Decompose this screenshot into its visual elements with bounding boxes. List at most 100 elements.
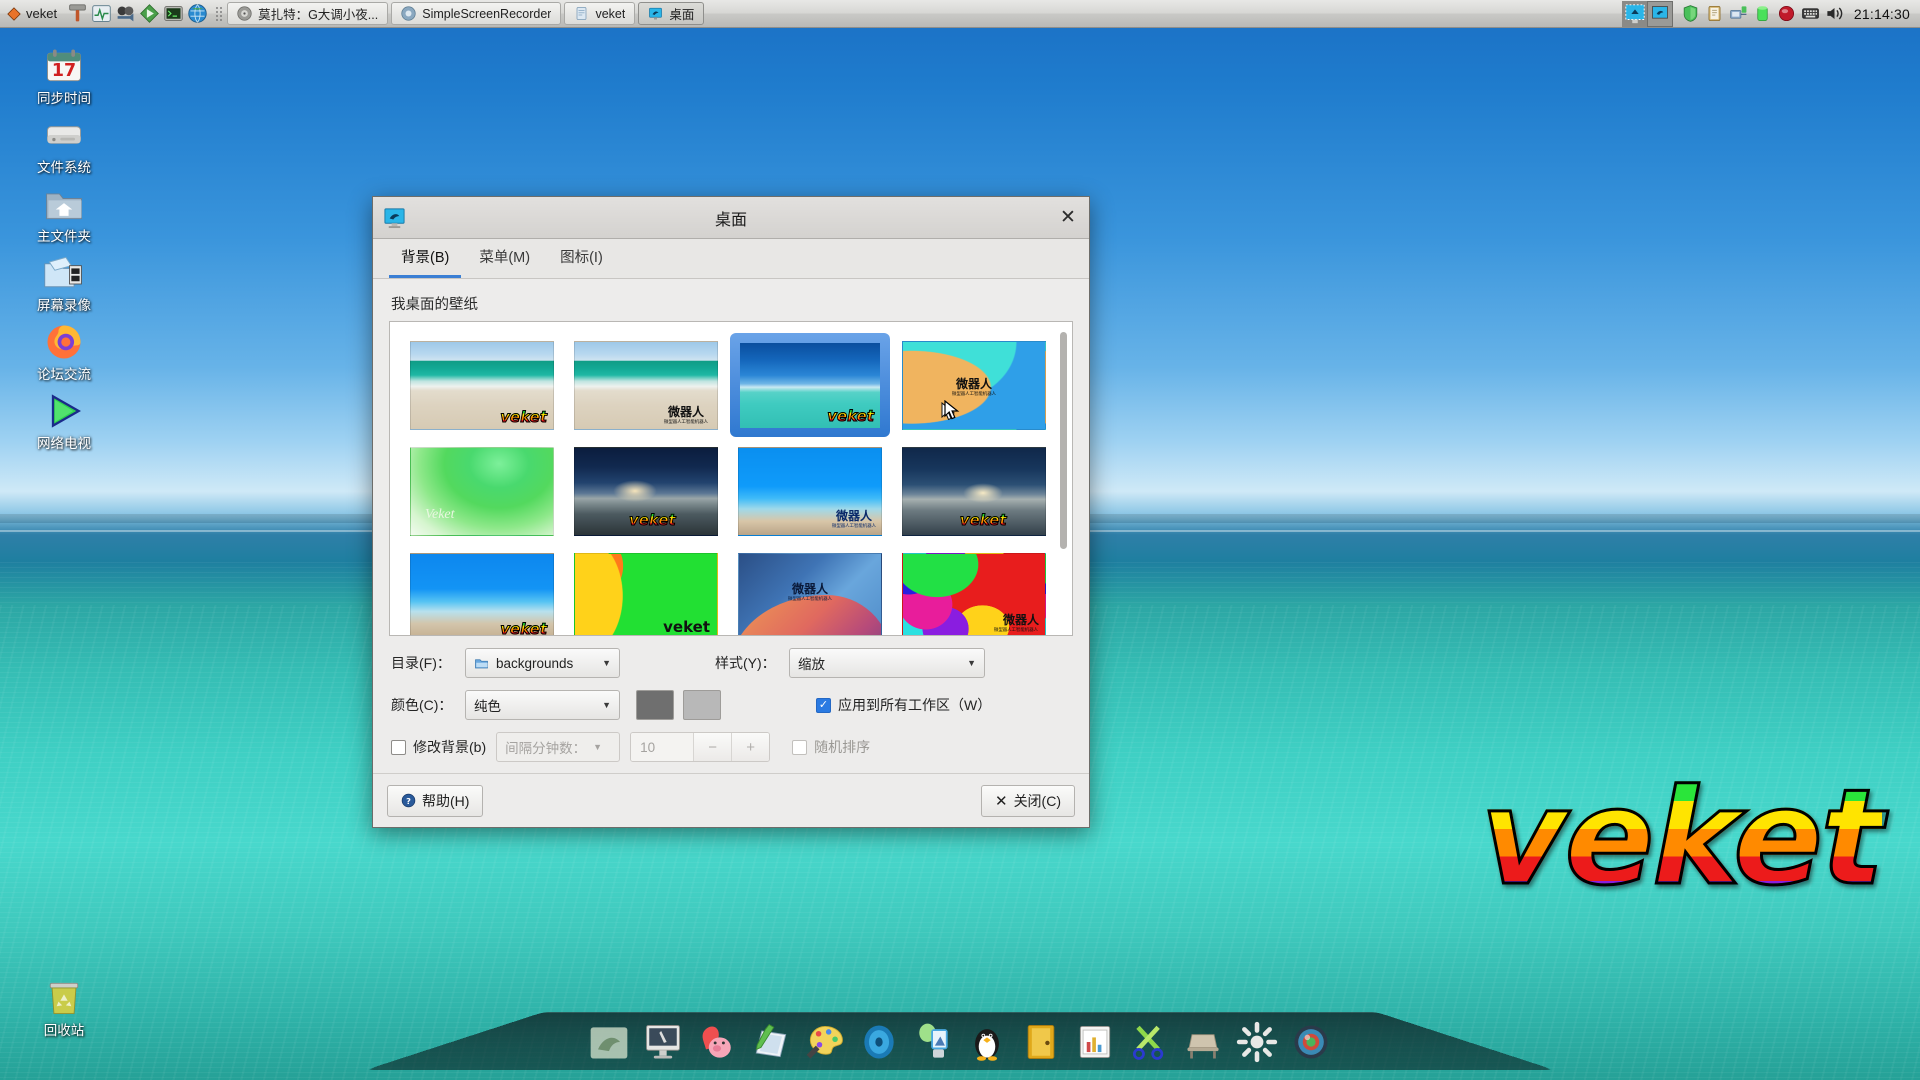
color-swatch-1[interactable] (636, 690, 674, 720)
dialog-title: 桌面 (714, 211, 747, 229)
media-player-icon[interactable] (139, 3, 160, 24)
wallpaper-item[interactable]: veket (402, 545, 562, 636)
wallpaper-item[interactable]: 微器人 微型器人工智能机器人 (730, 545, 890, 635)
dock-item-spreadsheet[interactable] (1073, 1020, 1117, 1066)
tab-menu[interactable]: 菜单(M) (467, 240, 542, 278)
terminal-icon[interactable] (163, 3, 184, 24)
change-background-checkbox[interactable]: 修改背景(b) (391, 737, 486, 757)
interval-select[interactable]: 间隔分钟数： ▼ (496, 732, 621, 762)
dialog-tabs: 背景(B) 菜单(M) 图标(I) (373, 239, 1089, 279)
desktop-icon-filesystem[interactable]: 文件系统 (18, 113, 110, 176)
wallpaper-item-selected[interactable]: veket (730, 333, 890, 437)
help-button[interactable]: ? 帮助(H) (387, 784, 484, 817)
dock-item-camera-lens[interactable] (1289, 1020, 1333, 1066)
stepper-decrement-button[interactable]: − (693, 733, 732, 761)
dock-item-installer[interactable] (911, 1020, 955, 1066)
desktop-icon-screen-recorder[interactable]: 屏幕录像 (18, 251, 110, 314)
dock-item-paint[interactable] (803, 1020, 847, 1066)
desktop-settings-dialog: 桌面 ✕ 背景(B) 菜单(M) 图标(I) 我桌面的壁纸 veket 微器人 (372, 196, 1090, 828)
interval-stepper[interactable]: 10 − + (630, 732, 771, 762)
wallpaper-item[interactable]: 微器人 微型器人工智能机器人 (566, 333, 726, 437)
video-camera-icon[interactable] (115, 3, 136, 24)
wallpaper-item[interactable]: veket (402, 333, 562, 437)
network-icon[interactable] (1729, 4, 1748, 23)
volume-icon[interactable] (1825, 4, 1844, 23)
wallpaper-watermark-sub: 微型器人工智能机器人 (787, 595, 833, 601)
dock-item-scissors[interactable] (1127, 1020, 1171, 1066)
hammer-icon[interactable] (67, 3, 88, 24)
color-swatch-2[interactable] (683, 690, 721, 720)
interval-value[interactable]: 10 (631, 733, 694, 761)
shield-icon[interactable] (1681, 4, 1700, 23)
task-button-veket[interactable]: veket (564, 2, 636, 25)
task-list: 莫扎特：G大调小夜... SimpleScreenRecorder veket … (225, 0, 1622, 27)
battery-icon[interactable] (1753, 4, 1772, 23)
folder-select[interactable]: backgrounds ▼ (465, 648, 620, 678)
wallpaper-item[interactable]: veket (566, 439, 726, 543)
random-order-checkbox[interactable]: 随机排序 (792, 737, 870, 757)
dialog-titlebar[interactable]: 桌面 ✕ (373, 197, 1089, 239)
close-dialog-button[interactable]: ✕ 关闭(C) (980, 784, 1075, 817)
dock-item-door[interactable] (1019, 1020, 1063, 1066)
dock-item-notepad[interactable] (749, 1020, 793, 1066)
apply-all-workspaces-checkbox[interactable]: 应用到所有工作区（W） (816, 695, 991, 715)
desktop-icon-label: 文件系统 (37, 160, 91, 175)
keyboard-icon[interactable] (1801, 4, 1820, 23)
record-icon[interactable] (1777, 4, 1796, 23)
desktop-icon-forum[interactable]: 论坛交流 (18, 320, 110, 383)
wallpaper-watermark-sub: 微型器人工智能机器人 (951, 390, 997, 396)
dock-item-disc[interactable] (857, 1020, 901, 1066)
desktop-icon-home-folder[interactable]: 主文件夹 (18, 182, 110, 245)
close-button[interactable]: ✕ (1055, 205, 1081, 231)
desktop-icon-label: 屏幕录像 (37, 298, 91, 313)
wallpaper-watermark: veket (628, 510, 676, 529)
task-button-recorder[interactable]: SimpleScreenRecorder (391, 2, 562, 25)
tab-icons[interactable]: 图标(I) (548, 240, 615, 278)
task-button-desktop[interactable]: 桌面 (638, 2, 705, 25)
color-mode-select[interactable]: 纯色 ▼ (465, 690, 620, 720)
clipboard-icon[interactable] (1705, 4, 1724, 23)
wallpaper-scrollbar[interactable] (1057, 328, 1067, 629)
wallpaper-item[interactable]: veket (566, 545, 726, 635)
wallpaper-watermark: veket (500, 619, 548, 636)
system-monitor-icon[interactable] (91, 3, 112, 24)
globe-browser-icon[interactable] (187, 3, 208, 24)
taskbar-clock[interactable]: 21:14:30 (1854, 6, 1916, 22)
scrollbar-thumb[interactable] (1060, 332, 1067, 549)
wallpaper-item[interactable]: veket (894, 439, 1054, 543)
workspace-1[interactable] (1623, 2, 1647, 26)
dock-item-dolphin[interactable] (587, 1020, 631, 1066)
dock-item-pink-pig[interactable] (695, 1020, 739, 1066)
folder-icon (475, 658, 488, 668)
style-select[interactable]: 缩放 ▼ (789, 648, 985, 678)
desktop-icon-trash[interactable]: 回收站 (18, 976, 110, 1039)
rotation-row: 修改背景(b) 间隔分钟数： ▼ 10 − + 随机排序 (391, 732, 1069, 762)
checkbox-box (816, 697, 831, 713)
dock (364, 988, 1556, 1080)
workspace-2[interactable] (1646, 0, 1673, 27)
task-button-music[interactable]: 莫扎特：G大调小夜... (227, 2, 389, 25)
stepper-increment-button[interactable]: + (731, 733, 770, 761)
desktop-settings-icon (384, 208, 405, 229)
dock-item-imac[interactable] (641, 1020, 685, 1066)
system-tray (1675, 4, 1852, 23)
wallpaper-watermark: 微器人 (955, 377, 992, 392)
dock-item-tux[interactable] (965, 1020, 1009, 1066)
dock-item-sun-gear[interactable] (1235, 1020, 1279, 1066)
wallpaper-item[interactable]: 微器人 微型器人工智能机器人 (894, 545, 1054, 635)
wallpaper-item[interactable]: 微器人 微型器人工智能机器人 (894, 333, 1054, 437)
dolphin-icon (590, 1027, 628, 1059)
folder-label: 目录(F)： (391, 655, 451, 671)
desktop-icon-sync-time[interactable]: 17 同步时间 (18, 44, 110, 107)
svg-text:?: ? (406, 796, 411, 806)
tab-background[interactable]: 背景(B) (389, 240, 462, 278)
taskbar-separator (215, 5, 223, 22)
workspace-pager[interactable] (1621, 0, 1673, 27)
start-menu-button[interactable]: veket (0, 0, 63, 27)
chevron-down-icon: ▼ (602, 658, 611, 668)
wallpaper-item[interactable]: Veket (402, 439, 562, 543)
dock-item-desk-chair[interactable] (1181, 1020, 1225, 1066)
desktop-icon-network-tv[interactable]: 网络电视 (18, 389, 110, 452)
wallpaper-item[interactable]: 微器人 微型器人工智能机器人 (730, 439, 890, 543)
wallpaper-grid[interactable]: veket 微器人 微型器人工智能机器人 veket 微器人 微型器人工智能机器… (389, 321, 1073, 636)
